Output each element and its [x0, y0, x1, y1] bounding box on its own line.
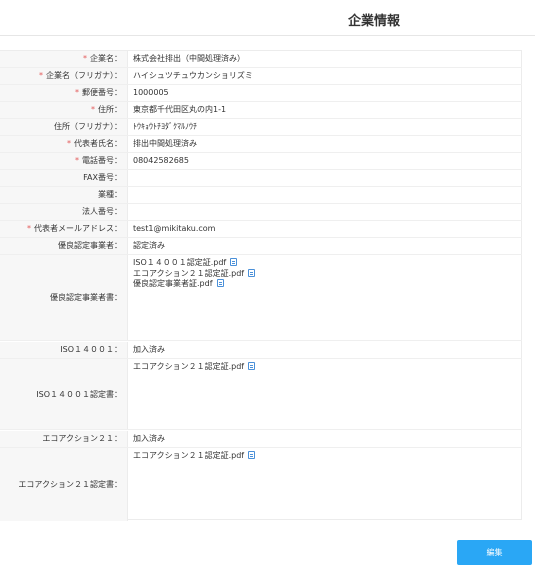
row-phone: * 電話番号： 08042582685: [0, 153, 522, 170]
row-iso14001-cert: ISO１４００１認定書： エコアクション２１認定証.pdf: [0, 359, 522, 430]
phone-value: 08042582685: [133, 156, 189, 165]
industry-label: 業種：: [0, 187, 128, 203]
representative-label: * 代表者氏名：: [0, 136, 128, 152]
document-icon[interactable]: [216, 279, 224, 287]
row-email: * 代表者メールアドレス： test1@mikitaku.com: [0, 221, 522, 238]
excellent-certified-value: 認定済み: [133, 241, 165, 250]
row-excellent-certified: 優良認定事業者： 認定済み: [0, 238, 522, 255]
company-info-panel: * 企業名： 株式会社排出（中間処理済み） * 企業名（フリガナ）： ハイシュツチュ…: [0, 50, 522, 521]
excellent-certified-label: 優良認定事業者：: [0, 238, 128, 254]
company-name-label: * 企業名：: [0, 51, 128, 67]
iso14001-cert-files: エコアクション２１認定証.pdf: [128, 359, 522, 429]
email-label: * 代表者メールアドレス：: [0, 221, 128, 237]
fax-label: FAX番号：: [0, 170, 128, 186]
iso14001-label: ISO１４００１：: [0, 342, 128, 358]
postal-code-label: * 郵便番号：: [0, 85, 128, 101]
required-mark: *: [91, 105, 95, 114]
row-corporate-number: 法人番号：: [0, 204, 522, 221]
document-icon[interactable]: [248, 268, 256, 277]
company-name-value: 株式会社排出（中間処理済み）: [133, 54, 245, 63]
cert-docs-label: 優良認定事業者書：: [0, 255, 128, 340]
file-link[interactable]: ISO１４００１認定証.pdf: [133, 258, 522, 269]
address-kana-value: ﾄｳｷｮｳﾄﾁﾖﾀﾞｸﾏﾙﾉｳﾁ: [133, 122, 197, 131]
row-industry: 業種：: [0, 187, 522, 204]
eco-action-value: 加入済み: [133, 434, 165, 443]
iso14001-cert-label: ISO１４００１認定書：: [0, 359, 128, 429]
document-icon[interactable]: [248, 451, 256, 459]
email-value: test1@mikitaku.com: [133, 224, 216, 233]
fax-value: [128, 170, 522, 186]
postal-code-value: 1000005: [133, 88, 169, 97]
eco-action-cert-label: エコアクション２１認定書：: [0, 448, 128, 521]
representative-value: 排出中間処理済み: [133, 139, 197, 148]
document-icon[interactable]: [248, 362, 256, 370]
address-value: 東京都千代田区丸の内1-1: [133, 105, 227, 114]
page-header: 企業情報: [0, 0, 535, 36]
phone-label: * 電話番号：: [0, 153, 128, 169]
document-icon[interactable]: [230, 258, 238, 266]
iso14001-value: 加入済み: [133, 345, 165, 354]
row-cert-docs: 優良認定事業者書： ISO１４００１認定証.pdf エコアクション２１認定証.p…: [0, 255, 522, 341]
address-kana-label: 住所（フリガナ）：: [0, 119, 128, 135]
required-mark: *: [27, 224, 31, 233]
required-mark: *: [83, 54, 87, 63]
row-company-name: * 企業名： 株式会社排出（中間処理済み）: [0, 51, 522, 68]
required-mark: *: [75, 88, 79, 97]
row-representative: * 代表者氏名： 排出中間処理済み: [0, 136, 522, 153]
industry-value: [128, 187, 522, 203]
eco-action-label: エコアクション２１：: [0, 431, 128, 447]
row-address: * 住所： 東京都千代田区丸の内1-1: [0, 102, 522, 119]
required-mark: *: [39, 71, 43, 80]
file-link[interactable]: 優良認定事業者証.pdf: [133, 279, 522, 290]
corporate-number-label: 法人番号：: [0, 204, 128, 220]
file-link[interactable]: エコアクション２１認定証.pdf: [133, 362, 522, 373]
row-fax: FAX番号：: [0, 170, 522, 187]
company-name-kana-label: * 企業名（フリガナ）：: [0, 68, 128, 84]
company-name-kana-value: ハイシュツチュウカンショリズミ: [133, 71, 253, 80]
page-title: 企業情報: [348, 14, 401, 29]
row-iso14001: ISO１４００１： 加入済み: [0, 342, 522, 359]
eco-action-cert-files: エコアクション２１認定証.pdf: [128, 448, 522, 521]
required-mark: *: [75, 156, 79, 165]
row-address-kana: 住所（フリガナ）： ﾄｳｷｮｳﾄﾁﾖﾀﾞｸﾏﾙﾉｳﾁ: [0, 119, 522, 136]
edit-button[interactable]: 編集: [457, 540, 532, 565]
address-label: * 住所：: [0, 102, 128, 118]
cert-docs-files: ISO１４００１認定証.pdf エコアクション２１認定証.pdf 優良認定事業者…: [128, 255, 522, 340]
file-link[interactable]: エコアクション２１認定証.pdf: [133, 268, 522, 280]
row-postal-code: * 郵便番号： 1000005: [0, 85, 522, 102]
row-eco-action: エコアクション２１： 加入済み: [0, 431, 522, 448]
required-mark: *: [67, 139, 71, 148]
corporate-number-value: [128, 204, 522, 220]
row-eco-action-cert: エコアクション２１認定書： エコアクション２１認定証.pdf: [0, 448, 522, 521]
file-link[interactable]: エコアクション２１認定証.pdf: [133, 451, 522, 462]
row-company-name-kana: * 企業名（フリガナ）： ハイシュツチュウカンショリズミ: [0, 68, 522, 85]
